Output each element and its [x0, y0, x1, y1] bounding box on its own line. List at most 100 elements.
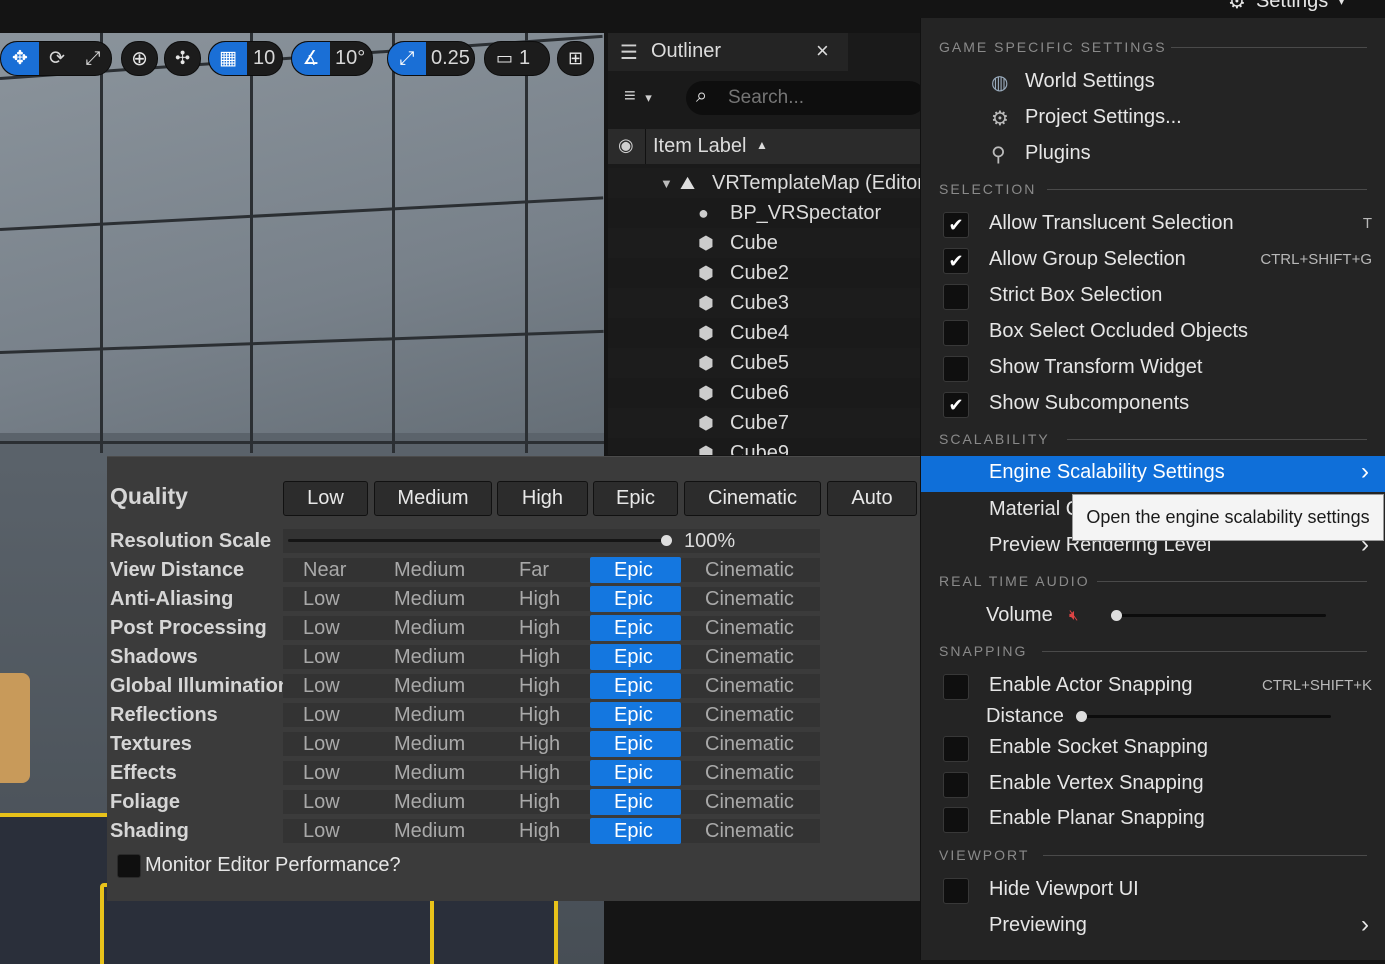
level-option-epic[interactable]: Epic — [590, 557, 681, 583]
selection-checkbox[interactable] — [943, 356, 969, 382]
world-settings-item[interactable]: World Settings — [1025, 70, 1155, 93]
hide-viewport-ui-item[interactable]: Hide Viewport UI — [989, 878, 1139, 901]
volume-slider-knob[interactable] — [1111, 610, 1122, 621]
chevron-down-icon[interactable]: ▼ — [660, 176, 673, 191]
level-option-medium[interactable]: Medium — [394, 586, 465, 612]
level-option-near[interactable]: Near — [303, 557, 346, 583]
grid-snap-control[interactable]: ▦ 10 — [208, 41, 283, 76]
outliner-tab[interactable]: ☰ Outliner × — [608, 33, 848, 71]
scale-tool-button[interactable]: ⤢ — [75, 42, 111, 75]
snapping-option[interactable]: Enable Vertex Snapping — [989, 772, 1204, 795]
cube-actor[interactable] — [430, 893, 558, 964]
rotation-snap-value[interactable]: 10° — [330, 47, 365, 70]
selection-checkbox[interactable] — [943, 284, 969, 310]
level-option-medium[interactable]: Medium — [394, 789, 465, 815]
level-option-epic[interactable]: Epic — [590, 615, 681, 641]
level-option-far[interactable]: Far — [519, 557, 549, 583]
translate-tool-button[interactable]: ✥ — [1, 42, 39, 75]
level-option-epic[interactable]: Epic — [590, 702, 681, 728]
camera-speed-control[interactable]: ▭ 1 — [484, 41, 550, 76]
level-option-medium[interactable]: Medium — [394, 557, 465, 583]
distance-slider[interactable] — [1081, 715, 1331, 718]
level-option-high[interactable]: High — [519, 673, 560, 699]
preset-auto-button[interactable]: Auto — [827, 481, 917, 516]
monitor-performance-checkbox[interactable] — [117, 854, 141, 878]
selection-checkbox[interactable]: ✔ — [943, 212, 969, 238]
level-option-low[interactable]: Low — [303, 760, 340, 786]
resolution-scale-slider[interactable] — [288, 539, 666, 542]
preset-medium-button[interactable]: Medium — [374, 481, 492, 516]
preset-epic-button[interactable]: Epic — [593, 481, 678, 516]
tree-row[interactable]: ● BP_VRSpectator — [608, 198, 921, 228]
engine-scalability-settings-item[interactable]: Engine Scalability Settings › — [921, 456, 1385, 492]
snapping-checkbox[interactable] — [943, 674, 969, 700]
level-option-cinematic[interactable]: Cinematic — [705, 760, 794, 786]
search-box[interactable]: ⌕ — [686, 81, 921, 115]
viewport-layout-button[interactable]: ⊞ — [557, 41, 594, 76]
selection-checkbox[interactable]: ✔ — [943, 392, 969, 418]
volume-slider[interactable] — [1116, 614, 1326, 617]
preset-low-button[interactable]: Low — [283, 481, 368, 516]
level-option-high[interactable]: High — [519, 702, 560, 728]
level-option-low[interactable]: Low — [303, 702, 340, 728]
level-option-cinematic[interactable]: Cinematic — [705, 731, 794, 757]
tree-row[interactable]: ⬢ Cube9 — [608, 438, 921, 456]
visibility-eye-icon[interactable]: ◉ — [618, 135, 634, 156]
level-option-medium[interactable]: Medium — [394, 615, 465, 641]
tree-row[interactable]: ⬢ Cube7 — [608, 408, 921, 438]
grid-snap-value[interactable]: 10 — [247, 47, 275, 70]
level-option-high[interactable]: High — [519, 818, 560, 844]
filter-button[interactable]: ≡ ▾ — [624, 85, 652, 108]
preset-cinematic-button[interactable]: Cinematic — [684, 481, 821, 516]
level-option-cinematic[interactable]: Cinematic — [705, 818, 794, 844]
snapping-option[interactable]: Enable Actor Snapping — [989, 674, 1193, 697]
tree-row[interactable]: ⬢ Cube2 — [608, 258, 921, 288]
level-option-high[interactable]: High — [519, 731, 560, 757]
selection-option[interactable]: Allow Translucent Selection — [989, 212, 1234, 235]
selection-checkbox[interactable] — [943, 320, 969, 346]
distance-slider-knob[interactable] — [1076, 711, 1087, 722]
level-option-epic[interactable]: Epic — [590, 644, 681, 670]
snapping-checkbox[interactable] — [943, 736, 969, 762]
settings-menu-button[interactable]: ⚙ Settings ▾ — [1228, 0, 1345, 13]
snapping-checkbox[interactable] — [943, 807, 969, 833]
level-option-epic[interactable]: Epic — [590, 586, 681, 612]
level-option-high[interactable]: High — [519, 644, 560, 670]
level-option-high[interactable]: High — [519, 760, 560, 786]
selection-option[interactable]: Strict Box Selection — [989, 284, 1162, 307]
level-option-epic[interactable]: Epic — [590, 818, 681, 844]
resolution-scale-knob[interactable] — [661, 535, 672, 546]
level-option-medium[interactable]: Medium — [394, 644, 465, 670]
hide-viewport-ui-checkbox[interactable] — [943, 878, 969, 904]
rotation-snap-toggle[interactable]: ∡ — [292, 42, 330, 75]
camera-speed-value[interactable]: 1 — [513, 47, 530, 70]
selection-option[interactable]: Show Subcomponents — [989, 392, 1189, 415]
item-label-column[interactable]: Item Label — [653, 135, 746, 158]
preset-high-button[interactable]: High — [497, 481, 588, 516]
tree-row[interactable]: ⬢ Cube — [608, 228, 921, 258]
level-option-high[interactable]: High — [519, 615, 560, 641]
snapping-option[interactable]: Enable Socket Snapping — [989, 736, 1208, 759]
level-option-medium[interactable]: Medium — [394, 673, 465, 699]
level-option-low[interactable]: Low — [303, 818, 340, 844]
level-option-medium[interactable]: Medium — [394, 702, 465, 728]
rotation-snap-control[interactable]: ∡ 10° — [291, 41, 373, 76]
selection-option[interactable]: Show Transform Widget — [989, 356, 1202, 379]
level-option-epic[interactable]: Epic — [590, 760, 681, 786]
previewing-item[interactable]: Previewing — [989, 914, 1087, 937]
level-option-cinematic[interactable]: Cinematic — [705, 644, 794, 670]
snapping-checkbox[interactable] — [943, 772, 969, 798]
level-option-medium[interactable]: Medium — [394, 731, 465, 757]
level-option-medium[interactable]: Medium — [394, 818, 465, 844]
scale-snap-control[interactable]: ⤢ 0.25 — [387, 41, 475, 76]
level-option-low[interactable]: Low — [303, 789, 340, 815]
level-option-cinematic[interactable]: Cinematic — [705, 615, 794, 641]
world-local-toggle[interactable]: ⊕ — [121, 41, 158, 76]
tree-row[interactable]: ⬢ Cube6 — [608, 378, 921, 408]
level-option-low[interactable]: Low — [303, 731, 340, 757]
plugins-item[interactable]: Plugins — [1025, 142, 1091, 165]
level-option-cinematic[interactable]: Cinematic — [705, 673, 794, 699]
surface-snapping-button[interactable]: ✣ — [164, 41, 201, 76]
search-input[interactable] — [726, 85, 920, 111]
speaker-muted-icon[interactable]: 🔇︎ — [1069, 607, 1078, 624]
